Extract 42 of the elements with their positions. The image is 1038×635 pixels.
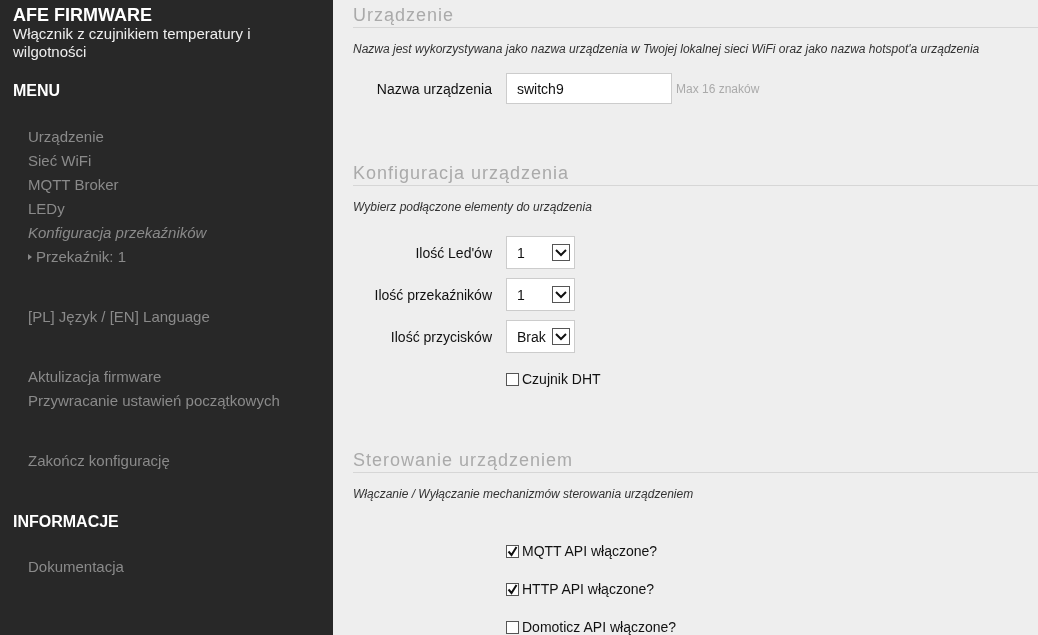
section-heading: Sterowanie urządzeniem	[353, 449, 1038, 473]
select-field[interactable]: 1	[506, 236, 575, 269]
menu-heading: MENU	[13, 82, 61, 100]
checkbox-label: HTTP API włączone?	[522, 581, 655, 597]
section-heading: Konfiguracja urządzenia	[353, 162, 1038, 186]
app-subtitle: Włącznik z czujnikiem temperatury i wilgotności	[13, 25, 252, 61]
chevron-down-icon	[552, 286, 570, 303]
menu-heading: INFORMACJE	[13, 513, 119, 531]
menu-item[interactable]: LEDy	[28, 197, 65, 221]
chevron-down-icon	[552, 328, 570, 345]
checkbox-label: Domoticz API włączone?	[522, 619, 677, 635]
menu-item[interactable]: Urządzenie	[28, 125, 104, 149]
field-label: Nazwa urządzenia	[375, 80, 492, 97]
chevron-down-icon	[552, 244, 570, 261]
menu-item[interactable]: [PL] Język / [EN] Language	[28, 305, 210, 329]
menu-item[interactable]: Sieć WiFi	[28, 149, 92, 173]
menu-item[interactable]: MQTT Broker	[28, 173, 119, 197]
triangle-icon	[28, 254, 32, 260]
menu-item[interactable]: Aktulizacja firmware	[28, 365, 162, 389]
section-heading: Urządzenie	[353, 4, 1038, 28]
section-description: Włączanie / Wyłączanie mechanizmów sterowania urządzeniem	[353, 487, 695, 501]
menu-item[interactable]: Konfiguracja przekaźników	[28, 221, 207, 245]
menu-item[interactable]: Przekaźnik: 1	[28, 245, 127, 269]
checkbox-label: MQTT API włączone?	[522, 543, 658, 559]
menu-item[interactable]: Zakończ konfigurację	[28, 449, 170, 473]
section-description: Nazwa jest wykorzystywana jako nazwa urządzenia w Twojej lokalnej sieci WiFi oraz jako nazwa hotspot'a urządzenia	[353, 42, 981, 56]
checkbox-label: Czujnik DHT	[522, 371, 601, 387]
menu-item[interactable]: Przywracanie ustawień początkowych	[28, 389, 280, 413]
checkbox[interactable]	[506, 544, 519, 558]
menu-item[interactable]: Dokumentacja	[28, 555, 124, 579]
field-label: Ilość przycisków	[389, 328, 492, 345]
section-description: Wybierz podłączone elementy do urządzenia	[353, 200, 593, 214]
select-field[interactable]: 1	[506, 278, 575, 311]
checkbox[interactable]	[506, 582, 519, 596]
app-title: AFE FIRMWARE	[13, 5, 152, 25]
checkbox[interactable]	[506, 372, 519, 386]
select-field[interactable]: Brak	[506, 320, 575, 353]
checkbox[interactable]	[506, 620, 519, 634]
input-field[interactable]: switch9	[506, 73, 672, 104]
field-label: Ilość przekaźników	[373, 286, 492, 303]
field-label: Ilość Led'ów	[414, 244, 492, 261]
field-hint: Max 16 znaków	[676, 81, 760, 96]
